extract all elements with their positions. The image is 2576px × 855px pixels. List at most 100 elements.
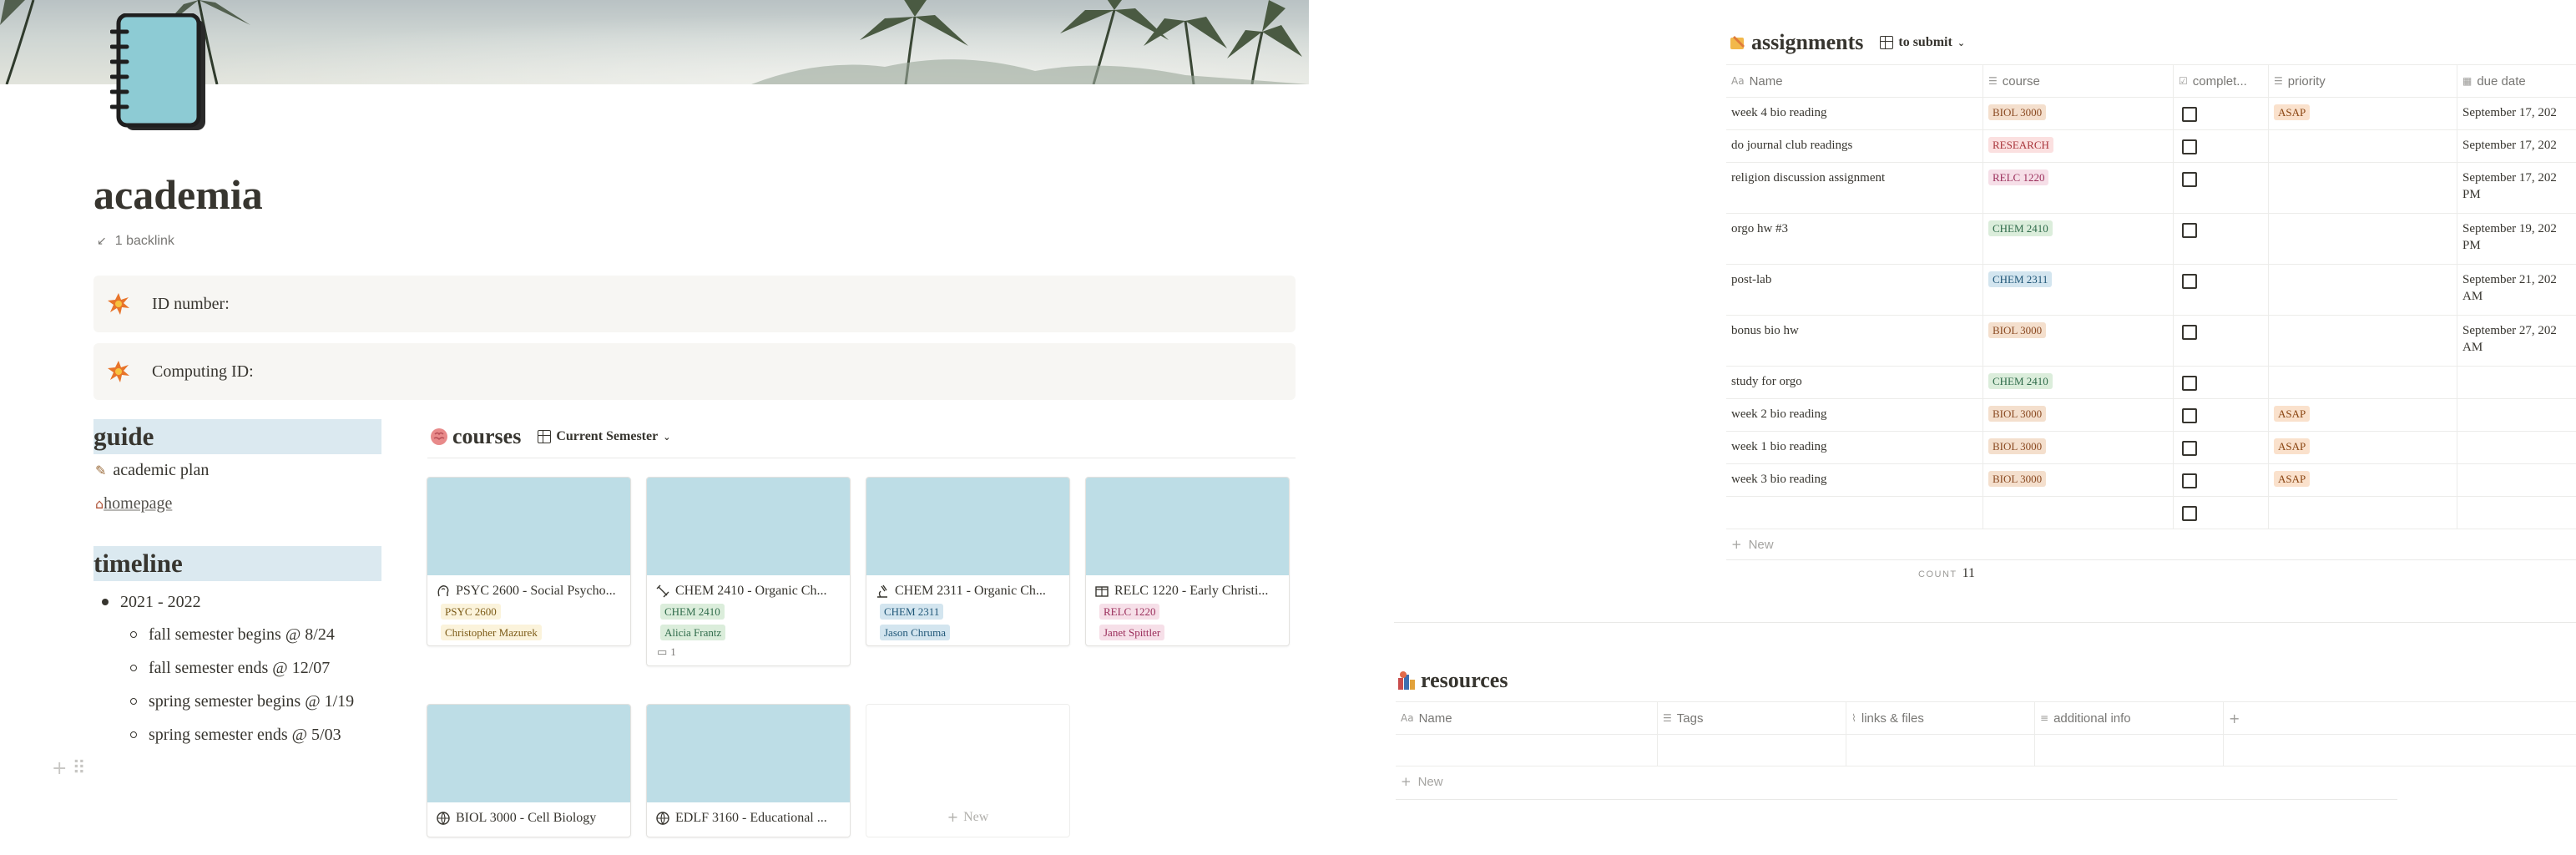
column-header-additional-info[interactable]: ≡ additional info [2035,702,2224,734]
assignment-name[interactable]: religion discussion assignment [1726,163,1983,213]
column-header-due-date[interactable]: ▦ due date [2457,65,2576,97]
comment-count[interactable]: ▭ 1 [647,645,850,665]
column-header-priority[interactable]: ☰ priority [2269,65,2457,97]
due-date-cell[interactable]: September 17, 202 PM [2457,163,2576,213]
course-cell[interactable]: RESEARCH [1983,130,2174,162]
table-row[interactable]: bonus bio hw BIOL 3000 September 27, 202 AM [1726,316,2576,367]
course-cell[interactable]: BIOL 3000 [1983,399,2174,431]
due-date-cell[interactable] [2457,464,2576,496]
new-row-button[interactable]: + New [1396,766,2576,797]
completed-checkbox[interactable] [2182,325,2197,340]
due-date-cell[interactable] [2457,367,2576,398]
assignment-name[interactable]: week 1 bio reading [1726,432,1983,463]
column-header-links-files[interactable]: ⌇ links & files [1846,702,2035,734]
completed-checkbox[interactable] [2182,473,2197,488]
completed-checkbox[interactable] [2182,506,2197,521]
count-summary[interactable]: COUNT 11 [1918,566,1975,581]
notebook-icon[interactable] [110,13,214,137]
timeline-item[interactable]: fall semester ends @ 12/07 [102,651,354,685]
due-date-cell[interactable]: September 17, 202 [2457,98,2576,129]
table-row[interactable]: orgo hw #3 CHEM 2410 September 19, 202 PM [1726,214,2576,265]
table-row[interactable]: post-lab CHEM 2311 September 21, 202 AM [1726,265,2576,316]
backlinks-link[interactable]: ↙ 1 backlink [97,234,174,249]
priority-cell[interactable] [2269,316,2457,366]
block-handle[interactable]: +⠿ [52,758,91,779]
priority-cell[interactable]: ASAP [2269,432,2457,463]
course-cell[interactable]: BIOL 3000 [1983,464,2174,496]
table-row[interactable] [1396,735,2576,766]
course-cell[interactable]: RELC 1220 [1983,163,2174,213]
assignment-name[interactable] [1726,497,1983,529]
new-row-button[interactable]: + New [1726,529,2576,559]
table-row[interactable]: study for orgo CHEM 2410 [1726,367,2576,399]
due-date-cell[interactable] [2457,432,2576,463]
timeline-item[interactable]: fall semester begins @ 8/24 [102,618,354,651]
course-card[interactable]: PSYC 2600 - Social Psycho... PSYC 2600 C… [427,477,631,646]
column-header-tags[interactable]: ☰ Tags [1658,702,1846,734]
column-header-name[interactable]: Aa Name [1726,65,1983,97]
table-row[interactable]: week 3 bio reading BIOL 3000 ASAP [1726,464,2576,497]
course-cell[interactable]: BIOL 3000 [1983,316,2174,366]
assignment-name[interactable]: post-lab [1726,265,1983,315]
priority-cell[interactable] [2269,163,2457,213]
courses-view-selector[interactable]: Current Semester ⌄ [538,429,670,444]
completed-checkbox[interactable] [2182,376,2197,391]
assignment-name[interactable]: study for orgo [1726,367,1983,398]
assignment-name[interactable]: do journal club readings [1726,130,1983,162]
course-card[interactable]: BIOL 3000 - Cell Biology [427,704,631,837]
homepage-link[interactable]: ⌂ homepage [95,494,172,514]
priority-cell[interactable]: ASAP [2269,464,2457,496]
completed-checkbox[interactable] [2182,441,2197,456]
priority-cell[interactable]: ASAP [2269,98,2457,129]
due-date-cell[interactable]: September 21, 202 AM [2457,265,2576,315]
assignment-name[interactable]: bonus bio hw [1726,316,1983,366]
due-date-cell[interactable]: September 19, 202 PM [2457,214,2576,264]
resources-title[interactable]: resources [1396,668,1508,693]
due-date-cell[interactable]: September 27, 202 AM [2457,316,2576,366]
table-row[interactable]: week 2 bio reading BIOL 3000 ASAP [1726,399,2576,432]
assignment-name[interactable]: week 3 bio reading [1726,464,1983,496]
assignments-title[interactable]: assignments [1728,30,1863,55]
assignment-name[interactable]: orgo hw #3 [1726,214,1983,264]
completed-checkbox[interactable] [2182,107,2197,122]
table-row[interactable]: week 1 bio reading BIOL 3000 ASAP [1726,432,2576,464]
table-row[interactable]: do journal club readings RESEARCH Septembe… [1726,130,2576,163]
course-card[interactable]: CHEM 2410 - Organic Ch... CHEM 2410 Alic… [646,477,851,666]
callout-id-number[interactable]: ID number: [93,276,1296,332]
course-card[interactable]: EDLF 3160 - Educational ... [646,704,851,837]
timeline-item[interactable]: spring semester ends @ 5/03 [102,718,354,751]
priority-cell[interactable] [2269,214,2457,264]
academic-plan-link[interactable]: ✎ academic plan [95,461,209,480]
priority-cell[interactable] [2269,367,2457,398]
timeline-year-item[interactable]: 2021 - 2022 [102,586,354,618]
course-cell[interactable]: CHEM 2410 [1983,214,2174,264]
add-column-button[interactable]: + [2224,702,2274,734]
completed-checkbox[interactable] [2182,408,2197,423]
course-cell[interactable] [1983,497,2174,529]
assignments-view-selector[interactable]: to submit ⌄ [1880,35,1965,50]
table-row[interactable]: week 4 bio reading BIOL 3000 ASAP September… [1726,98,2576,130]
course-card[interactable]: CHEM 2311 - Organic Ch... CHEM 2311 Jaso… [866,477,1070,646]
assignment-name[interactable]: week 2 bio reading [1726,399,1983,431]
courses-title[interactable]: courses [429,424,521,449]
column-header-course[interactable]: ☰ course [1983,65,2174,97]
assignment-name[interactable]: week 4 bio reading [1726,98,1983,129]
completed-checkbox[interactable] [2182,274,2197,289]
completed-checkbox[interactable] [2182,223,2197,238]
completed-checkbox[interactable] [2182,172,2197,187]
priority-cell[interactable] [2269,497,2457,529]
priority-cell[interactable] [2269,265,2457,315]
completed-checkbox[interactable] [2182,139,2197,154]
course-cell[interactable]: BIOL 3000 [1983,432,2174,463]
course-cell[interactable]: CHEM 2311 [1983,265,2174,315]
drag-handle-icon[interactable]: ⠿ [72,758,90,779]
priority-cell[interactable]: ASAP [2269,399,2457,431]
new-card-button[interactable]: + New [866,704,1070,837]
column-header-completed[interactable]: ☑ complet... [2174,65,2269,97]
column-header-name[interactable]: Aa Name [1396,702,1658,734]
table-row[interactable]: religion discussion assignment RELC 1220 S… [1726,163,2576,214]
timeline-item[interactable]: spring semester begins @ 1/19 [102,685,354,718]
callout-computing-id[interactable]: Computing ID: [93,343,1296,400]
due-date-cell[interactable] [2457,497,2576,529]
due-date-cell[interactable]: September 17, 202 [2457,130,2576,162]
